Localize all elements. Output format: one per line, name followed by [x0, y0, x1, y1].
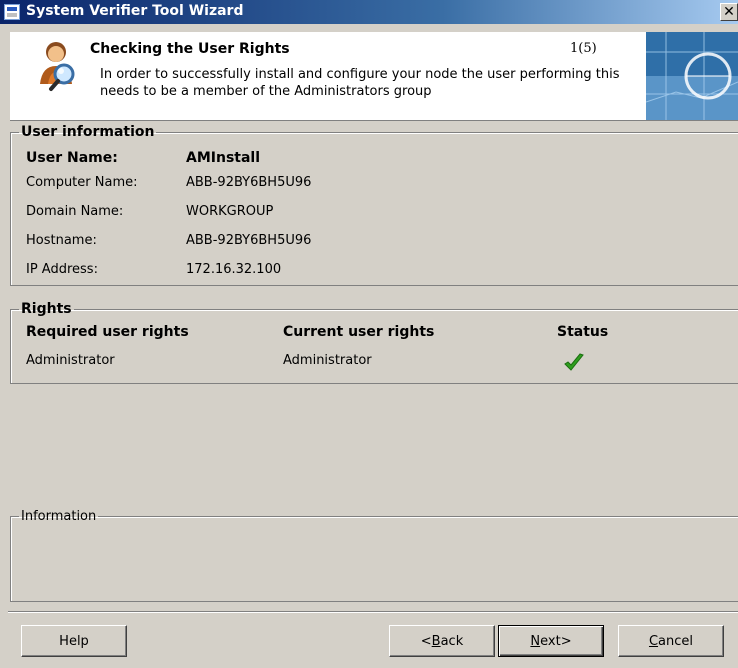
close-icon[interactable]: ✕ — [720, 3, 738, 21]
hostname-value: ABB-92BY6BH5U96 — [186, 233, 312, 248]
hostname-label: Hostname: — [26, 233, 97, 248]
back-button-label: ack — [440, 633, 464, 649]
computer-name-label: Computer Name: — [26, 175, 138, 190]
required-rights-header: Required user rights — [26, 324, 189, 340]
app-icon — [4, 4, 20, 20]
network-banner-icon — [646, 32, 738, 120]
checkmark-icon — [564, 353, 584, 371]
user-name-value: AMInstall — [186, 150, 261, 166]
step-title: Checking the User Rights — [90, 41, 290, 57]
back-button-accelerator: B — [431, 633, 441, 649]
back-button[interactable]: <Back — [389, 625, 495, 657]
next-button[interactable]: Next> — [498, 625, 604, 657]
domain-name-value: WORKGROUP — [186, 204, 274, 219]
wizard-header: Checking the User Rights 1(5) In order t… — [10, 32, 738, 121]
rights-group: Rights — [10, 301, 738, 384]
cancel-button-accelerator: C — [648, 633, 659, 649]
domain-name-label: Domain Name: — [26, 204, 124, 219]
ip-address-value: 172.16.32.100 — [186, 262, 282, 277]
next-button-accelerator: N — [530, 633, 541, 649]
ip-address-label: IP Address: — [26, 262, 98, 277]
next-button-label: ext> — [540, 633, 572, 649]
help-button-label: Help — [59, 633, 89, 649]
button-divider — [8, 611, 738, 613]
cancel-button[interactable]: Cancel — [618, 625, 724, 657]
help-button[interactable]: Help — [21, 625, 127, 657]
current-right-cell: Administrator — [283, 353, 372, 368]
user-search-icon — [40, 42, 75, 91]
current-rights-header: Current user rights — [283, 324, 435, 340]
user-name-label: User Name: — [26, 150, 118, 166]
step-counter: 1(5) — [570, 41, 597, 56]
status-header: Status — [557, 324, 609, 340]
required-right-cell: Administrator — [26, 353, 115, 368]
rights-legend: Rights — [21, 301, 72, 317]
information-group: Information — [10, 509, 738, 602]
step-description: In order to successfully install and con… — [100, 67, 620, 99]
cancel-button-label: ancel — [658, 633, 694, 649]
computer-name-value: ABB-92BY6BH5U96 — [186, 175, 312, 190]
information-text — [11, 524, 738, 532]
user-information-legend: User information — [21, 124, 155, 140]
back-button-prefix: < — [420, 633, 432, 649]
information-legend: Information — [21, 509, 97, 524]
title-bar[interactable]: System Verifier Tool Wizard ✕ — [0, 0, 738, 24]
window-title: System Verifier Tool Wizard — [26, 3, 244, 19]
